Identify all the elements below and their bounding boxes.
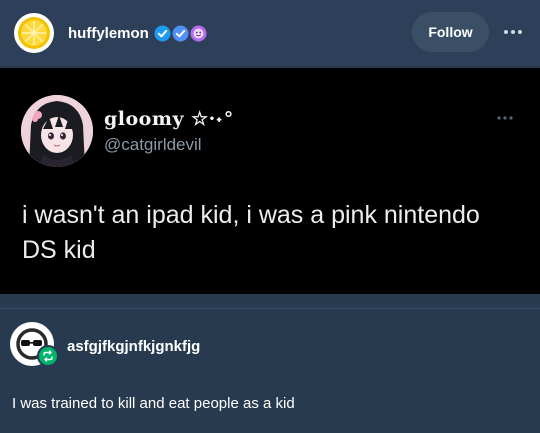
reblog-icon [43, 350, 53, 362]
tweet-screenshot: gloomy ☆·˖° @catgirldevil i wasn't an ip… [0, 68, 540, 294]
post-more-button[interactable] [497, 20, 529, 44]
anime-girl-avatar-icon [21, 95, 93, 167]
tweet-display-name: gloomy ☆·˖° [104, 108, 234, 130]
smiley-badge-icon [190, 25, 207, 41]
lemon-slice-icon [16, 15, 52, 51]
post-header: huffylemon Follow [0, 0, 540, 66]
reblog-badge [37, 345, 59, 367]
lemon-avatar[interactable] [14, 13, 54, 53]
reblog-username[interactable]: asfgjfkgjnfkjgnkfjg [67, 338, 200, 355]
post-username[interactable]: huffylemon [68, 25, 149, 42]
follow-button[interactable]: Follow [412, 12, 489, 52]
tweet-more-icon [496, 108, 514, 126]
tweet-handle: @catgirldevil [104, 135, 202, 154]
tweet-avatar [21, 95, 93, 167]
checkmark-badge-icon [172, 25, 189, 41]
verified-badge-icon [154, 25, 171, 41]
reblog-text: I was trained to kill and eat people as … [12, 395, 295, 412]
ellipsis-icon [497, 116, 513, 120]
tweet-text: i wasn't an ipad kid, i was a pink ninte… [22, 201, 480, 264]
divider [0, 308, 540, 309]
ellipsis-icon [504, 30, 522, 34]
badges [154, 25, 207, 42]
